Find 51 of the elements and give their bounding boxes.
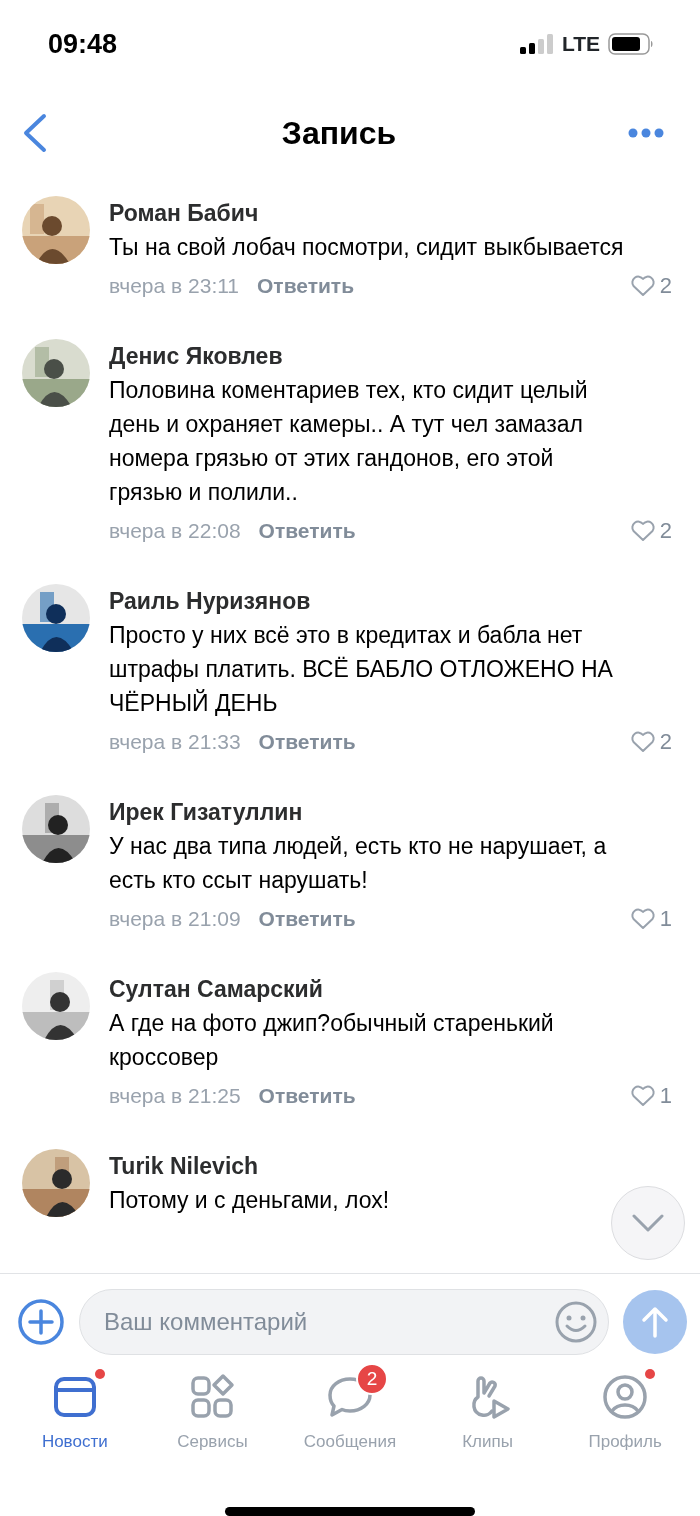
author-name[interactable]: Султан Самарский: [109, 972, 672, 1006]
like-button[interactable]: 1: [629, 1077, 672, 1114]
comment-field[interactable]: Ваш комментарий: [79, 1288, 609, 1355]
comment-time: вчера в 21:33: [109, 729, 241, 755]
status-time: 09:48: [48, 27, 118, 61]
comment-text: У нас два типа людей, есть кто не нарушает, а есть кто ссыт нарушать!: [109, 832, 608, 895]
like-button[interactable]: 1: [629, 900, 672, 937]
tab[interactable]: Сервисы: [143, 1369, 282, 1469]
heart-icon: [629, 1084, 656, 1107]
tab[interactable]: Профиль: [556, 1369, 694, 1469]
heart-icon: [629, 519, 656, 542]
comment-text: Половина коментариев тех, кто сидит целый день и охраняет камеры.. А тут чел замазал номера грязью от этих гандонов, его этой грязью и полили..: [109, 376, 589, 507]
heart-icon: [629, 274, 656, 297]
author-name[interactable]: Роман Бабич: [109, 196, 672, 230]
tab[interactable]: Клипы: [418, 1369, 557, 1469]
like-button[interactable]: 2: [629, 512, 672, 549]
page-title: Запись: [281, 114, 397, 153]
reply-link[interactable]: Ответить: [258, 900, 356, 937]
comment-text: А где на фото джип?обычный старенький кроссовер: [109, 1009, 555, 1072]
author-name[interactable]: Денис Яковлев: [109, 339, 672, 373]
arrow-up-icon: [641, 1305, 669, 1338]
heart-icon: [629, 907, 656, 930]
author-name[interactable]: Ирек Гизатуллин: [109, 795, 672, 829]
reply-link[interactable]: Ответить: [258, 1077, 356, 1114]
like-button[interactable]: 2: [629, 267, 672, 304]
comment-time: вчера в 23:11: [109, 273, 239, 299]
heart-icon: [629, 730, 656, 753]
reply-link[interactable]: Ответить: [258, 512, 356, 549]
services-icon: [188, 1373, 237, 1421]
network-label: LTE: [561, 31, 600, 58]
tab[interactable]: Новости: [6, 1369, 144, 1469]
add-icon[interactable]: [17, 1297, 65, 1346]
profile-icon: [601, 1373, 650, 1421]
chevron-down-icon: [632, 1214, 664, 1232]
author-name[interactable]: Раиль Нуризянов: [109, 584, 672, 618]
comment-text: Просто у них всё это в кредитах и бабла нет штрафы платить. ВСЁ БАБЛО ОТЛОЖЕНО НА ЧЁРНЫЙ ДЕНЬ: [109, 621, 614, 718]
author-name[interactable]: Turik Nilevich: [109, 1149, 672, 1183]
comment-time: вчера в 22:08: [109, 518, 241, 544]
reply-link[interactable]: Ответить: [258, 723, 356, 760]
comment-input[interactable]: Ваш комментарий: [102, 1302, 554, 1341]
comment-text: Ты на свой лобач посмотри, сидит выкбывается: [109, 233, 625, 262]
more-icon[interactable]: [628, 128, 664, 138]
comment-text: Потому и с деньгами, лох!: [109, 1186, 391, 1215]
comment-time: вчера в 21:09: [109, 906, 241, 932]
battery-icon: [608, 33, 654, 55]
like-button[interactable]: 2: [629, 723, 672, 760]
unread-badge: 2: [356, 1363, 388, 1395]
signal-icon: [519, 34, 554, 54]
emoji-icon[interactable]: [554, 1299, 598, 1344]
reply-link[interactable]: Ответить: [257, 267, 355, 304]
comment-time: вчера в 21:25: [109, 1083, 241, 1109]
